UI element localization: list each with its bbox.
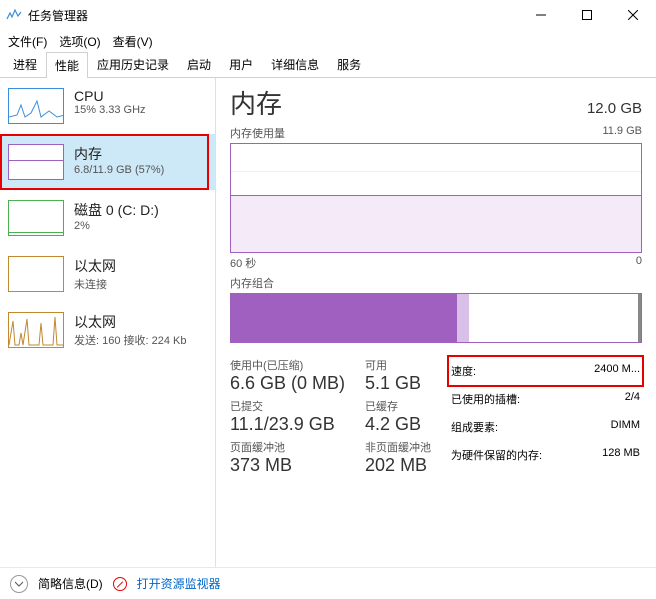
- memory-total: 12.0 GB: [587, 100, 642, 117]
- sidebar-item-disk[interactable]: 磁盘 0 (C: D:) 2%: [0, 190, 215, 246]
- menu-file[interactable]: 文件(F): [8, 33, 47, 50]
- stat-slots: 已使用的插槽: 2/4: [449, 385, 642, 413]
- menu-options[interactable]: 选项(O): [59, 33, 100, 50]
- tab-services[interactable]: 服务: [328, 51, 370, 77]
- stat-form-factor: 组成要素: DIMM: [449, 413, 642, 441]
- stat-available: 可用5.1 GB: [365, 357, 431, 394]
- resource-monitor-link[interactable]: 打开资源监视器: [137, 575, 221, 592]
- sidebar-item-memory[interactable]: 内存 6.8/11.9 GB (57%): [0, 134, 215, 190]
- sidebar-item-label: 磁盘 0 (C: D:): [74, 200, 159, 220]
- stats-left: 使用中(已压缩)6.6 GB (0 MB) 可用5.1 GB 已提交11.1/2…: [230, 357, 431, 476]
- cpu-icon: [8, 88, 64, 124]
- tab-startup[interactable]: 启动: [178, 51, 220, 77]
- tab-app-history[interactable]: 应用历史记录: [88, 51, 178, 77]
- comp-label: 内存组合: [230, 275, 274, 291]
- axis-right: 0: [636, 255, 642, 271]
- sidebar-item-label: 以太网: [74, 256, 116, 276]
- titlebar: 任务管理器: [0, 0, 656, 30]
- stat-speed: 速度: 2400 M...: [449, 357, 642, 385]
- menubar: 文件(F) 选项(O) 查看(V): [0, 30, 656, 52]
- usage-label: 内存使用量: [230, 125, 285, 141]
- sidebar-item-sub: 未连接: [74, 276, 116, 292]
- close-button[interactable]: [610, 0, 656, 30]
- sidebar-item-ethernet-2[interactable]: 以太网 发送: 160 接收: 224 Kb: [0, 302, 215, 358]
- tab-performance[interactable]: 性能: [46, 52, 88, 78]
- sidebar-item-cpu[interactable]: CPU 15% 3.33 GHz: [0, 78, 215, 134]
- footer: 简略信息(D) 打开资源监视器: [0, 567, 656, 599]
- tab-details[interactable]: 详细信息: [262, 51, 328, 77]
- memory-usage-chart: [230, 143, 642, 253]
- block-icon: [113, 577, 127, 591]
- tabs: 进程 性能 应用历史记录 启动 用户 详细信息 服务: [0, 52, 656, 78]
- minimize-button[interactable]: [518, 0, 564, 30]
- window-title: 任务管理器: [28, 7, 518, 24]
- memory-icon: [8, 144, 64, 180]
- sidebar-item-ethernet-1[interactable]: 以太网 未连接: [0, 246, 215, 302]
- sidebar-item-label: 内存: [74, 144, 164, 164]
- stats-right: 速度: 2400 M... 已使用的插槽: 2/4 组成要素: DIMM 为硬件…: [449, 357, 642, 476]
- axis-left: 60 秒: [230, 255, 256, 271]
- disk-icon: [8, 200, 64, 236]
- memory-composition-chart: [230, 293, 642, 343]
- sidebar-item-label: CPU: [74, 88, 146, 104]
- sidebar-item-sub: 发送: 160 接收: 224 Kb: [74, 332, 187, 348]
- sidebar-item-sub: 2%: [74, 220, 159, 232]
- stat-paged-pool: 页面缓冲池373 MB: [230, 439, 345, 476]
- page-title: 内存: [230, 84, 282, 121]
- stat-cached: 已缓存4.2 GB: [365, 398, 431, 435]
- stat-nonpaged-pool: 非页面缓冲池202 MB: [365, 439, 431, 476]
- tab-processes[interactable]: 进程: [4, 51, 46, 77]
- tab-users[interactable]: 用户: [220, 51, 262, 77]
- menu-view[interactable]: 查看(V): [113, 33, 153, 50]
- stat-committed: 已提交11.1/23.9 GB: [230, 398, 345, 435]
- maximize-button[interactable]: [564, 0, 610, 30]
- usage-max: 11.9 GB: [602, 125, 642, 141]
- sidebar: CPU 15% 3.33 GHz 内存 6.8/11.9 GB (57%) 磁盘…: [0, 78, 216, 567]
- stat-hw-reserved: 为硬件保留的内存: 128 MB: [449, 441, 642, 469]
- ethernet-icon: [8, 312, 64, 348]
- sidebar-item-sub: 15% 3.33 GHz: [74, 104, 146, 116]
- stat-in-use: 使用中(已压缩)6.6 GB (0 MB): [230, 357, 345, 394]
- sidebar-item-sub: 6.8/11.9 GB (57%): [74, 164, 164, 176]
- brief-info-link[interactable]: 简略信息(D): [38, 575, 103, 592]
- main-panel: 内存 12.0 GB 内存使用量 11.9 GB 60 秒 0 内存组合 使用中…: [216, 78, 656, 567]
- app-icon: [6, 7, 22, 23]
- chevron-down-icon[interactable]: [10, 575, 28, 593]
- ethernet-icon: [8, 256, 64, 292]
- sidebar-item-label: 以太网: [74, 312, 187, 332]
